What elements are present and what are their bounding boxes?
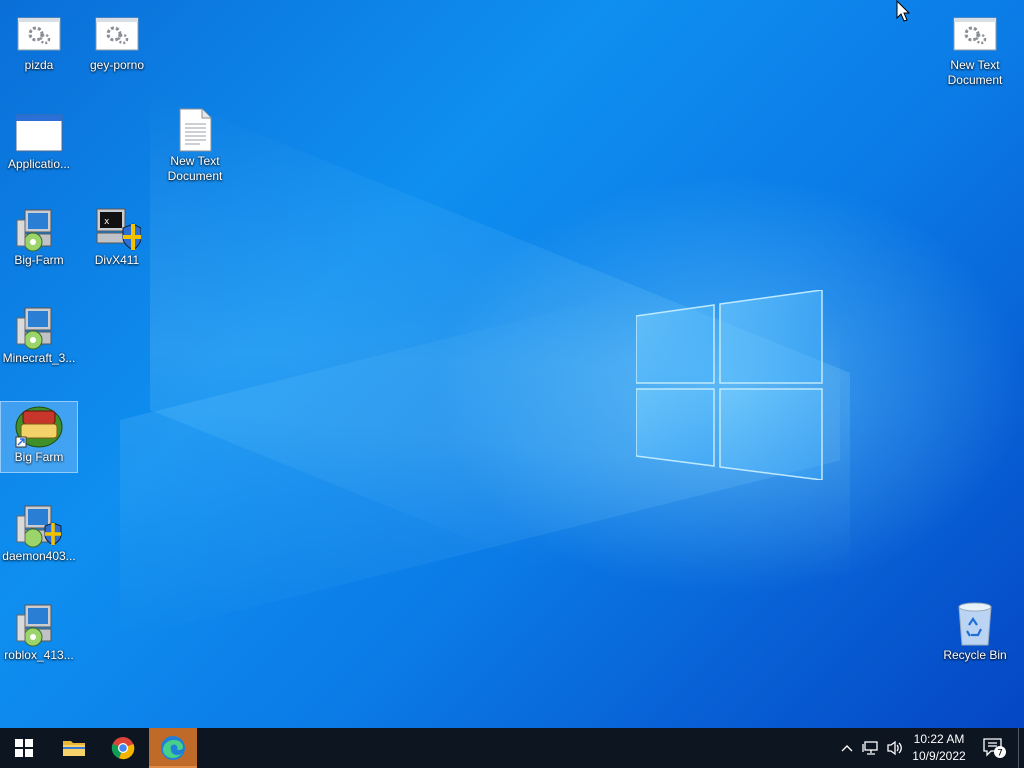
clock[interactable]: 10:22 AM 10/9/2022 <box>905 731 973 765</box>
icon-label: New Text Document <box>947 58 1003 87</box>
icon-label: DivX411 <box>94 253 140 267</box>
action-center-button[interactable]: 7 <box>978 728 1010 768</box>
big-farm-logo-icon <box>15 404 63 448</box>
icon-label: daemon403... <box>2 549 76 563</box>
notification-count: 7 <box>997 749 1003 759</box>
icon-label: Applicatio... <box>7 157 71 171</box>
installer-shield-icon: x <box>93 207 141 251</box>
network-icon <box>862 741 878 755</box>
taskbar: 10:22 AM 10/9/2022 7 <box>0 728 1024 768</box>
recycle-bin-icon <box>951 602 999 646</box>
show-desktop-button[interactable] <box>1018 728 1019 768</box>
installer-icon <box>15 602 63 647</box>
volume-button[interactable] <box>884 728 906 768</box>
desktop-icon-roblox[interactable]: roblox_413... <box>1 600 77 670</box>
settings-window-icon <box>15 12 63 56</box>
chevron-up-icon <box>841 745 853 752</box>
clock-date: 10/9/2022 <box>912 749 966 763</box>
taskbar-edge[interactable] <box>149 728 197 768</box>
volume-icon <box>887 740 902 756</box>
icon-label: Recycle Bin <box>943 648 1007 662</box>
chrome-icon <box>111 737 135 760</box>
desktop-icon-big-farm-installer[interactable]: Big-Farm <box>1 205 77 275</box>
icon-label: New Text Document <box>167 154 223 183</box>
installer-icon <box>15 305 63 350</box>
settings-window-icon <box>93 12 141 56</box>
installer-shield-icon <box>15 503 63 548</box>
start-button[interactable] <box>0 728 48 768</box>
svg-text:x: x <box>104 217 110 227</box>
icon-label: gey-porno <box>89 58 145 72</box>
desktop[interactable]: pizda gey-porno New Text Document Applic… <box>0 0 1024 728</box>
installer-icon <box>15 207 63 252</box>
windows-wallpaper-logo <box>636 290 823 480</box>
folder-icon <box>63 741 85 756</box>
icon-label: Big-Farm <box>14 253 64 267</box>
clock-time: 10:22 AM <box>913 732 965 746</box>
icon-label: roblox_413... <box>4 648 74 662</box>
edge-icon <box>161 736 185 760</box>
desktop-icon-divx411[interactable]: x DivX411 <box>79 205 155 275</box>
desktop-icon-gey-porno[interactable]: gey-porno <box>79 10 155 80</box>
desktop-icon-minecraft[interactable]: Minecraft_3... <box>1 303 77 373</box>
icon-label: Minecraft_3... <box>2 351 76 365</box>
mouse-cursor-icon <box>896 0 910 22</box>
icon-label: pizda <box>24 58 54 72</box>
show-hidden-icons-button[interactable] <box>838 728 856 768</box>
windows-start-icon <box>15 739 33 757</box>
desktop-icon-new-text-document-2[interactable]: New Text Document <box>157 106 233 188</box>
desktop-icon-new-text-document-1[interactable]: New Text Document <box>937 10 1013 92</box>
desktop-icon-application[interactable]: Applicatio... <box>1 109 77 179</box>
settings-window-icon <box>951 12 999 56</box>
desktop-icon-recycle-bin[interactable]: Recycle Bin <box>937 600 1013 670</box>
application-window-icon <box>15 111 63 155</box>
desktop-icon-daemon403[interactable]: daemon403... <box>1 501 77 571</box>
taskbar-chrome[interactable] <box>99 728 147 768</box>
desktop-icon-big-farm-shortcut[interactable]: Big Farm <box>0 401 78 473</box>
text-document-icon <box>171 108 219 152</box>
desktop-icon-pizda[interactable]: pizda <box>1 10 77 80</box>
icon-label: Big Farm <box>14 450 64 464</box>
network-button[interactable] <box>860 728 882 768</box>
notification-icon: 7 <box>983 738 1006 759</box>
taskbar-file-explorer[interactable] <box>50 728 98 768</box>
